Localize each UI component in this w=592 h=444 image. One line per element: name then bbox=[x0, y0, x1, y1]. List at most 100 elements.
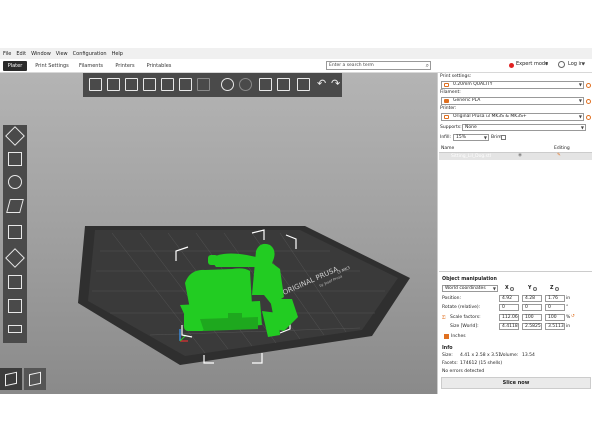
rotate-z-field[interactable]: 0 bbox=[545, 304, 565, 311]
top-toolbar: ↶ ↷ bbox=[83, 73, 342, 97]
scale-icon[interactable] bbox=[8, 152, 22, 166]
delete-all-icon[interactable] bbox=[125, 78, 138, 91]
scale-label: Scale factors: bbox=[450, 315, 481, 320]
tab-printables[interactable]: Printables bbox=[145, 61, 173, 71]
menu-edit[interactable]: Edit bbox=[16, 51, 26, 57]
scale-x-field[interactable]: 112.06 bbox=[499, 314, 519, 321]
place-on-face-icon[interactable] bbox=[6, 199, 24, 213]
undo-icon[interactable]: ↶ bbox=[317, 78, 330, 91]
scale-y-field[interactable]: 100 bbox=[522, 314, 542, 321]
slice-now-button[interactable]: Slice now bbox=[441, 377, 591, 389]
tab-plater[interactable]: Plater bbox=[3, 61, 27, 71]
printer-label: Printer: bbox=[440, 106, 457, 111]
tab-filaments[interactable]: Filaments bbox=[77, 61, 105, 71]
filament-color-icon bbox=[444, 99, 449, 103]
bottom-area bbox=[0, 394, 592, 444]
infill-value: 15% bbox=[456, 135, 467, 140]
printer-select[interactable]: Original Prusa i3 MK3S & MK3S+ ▼ bbox=[441, 113, 584, 121]
paint-supports-icon[interactable] bbox=[5, 248, 25, 268]
layers-icon bbox=[29, 371, 41, 387]
left-toolbar bbox=[3, 125, 27, 343]
position-z-field[interactable]: 1.76 bbox=[545, 295, 565, 302]
supports-label: Supports: bbox=[440, 125, 462, 130]
rotate-y-field[interactable]: 0 bbox=[522, 304, 542, 311]
supports-value: None bbox=[465, 125, 477, 130]
lock-icon[interactable]: ⚿ bbox=[442, 315, 445, 321]
tab-print-settings[interactable]: Print Settings bbox=[34, 61, 70, 71]
info-title: Info bbox=[442, 346, 453, 351]
y-axis-icon bbox=[533, 287, 537, 291]
layers-editing-icon[interactable] bbox=[297, 78, 310, 91]
menu-file[interactable]: File bbox=[3, 51, 11, 57]
size-x-field[interactable]: 4.4118 bbox=[499, 323, 519, 330]
login-button[interactable]: Log in bbox=[568, 61, 583, 67]
copy-icon[interactable] bbox=[179, 78, 192, 91]
position-y-field[interactable]: 4.28 bbox=[522, 295, 542, 302]
inches-checkbox[interactable] bbox=[444, 334, 449, 339]
menu-configuration[interactable]: Configuration bbox=[73, 51, 107, 57]
coordinate-system-value: World coordinates bbox=[445, 286, 486, 291]
menu-window[interactable]: Window bbox=[31, 51, 51, 57]
facets-value: 174612 (15 shells) bbox=[460, 361, 503, 366]
mode-selector[interactable]: Expert mode bbox=[516, 61, 548, 67]
z-axis-label: Z bbox=[550, 286, 554, 291]
volume-label: Volume: bbox=[500, 353, 519, 358]
rotate-x-field[interactable]: 0 bbox=[499, 304, 519, 311]
chevron-down-icon: ▼ bbox=[483, 135, 487, 140]
menu-help[interactable]: Help bbox=[112, 51, 123, 57]
object-list[interactable] bbox=[439, 160, 592, 272]
size-unit: in bbox=[566, 324, 571, 329]
reset-scale-icon[interactable]: ↺ bbox=[571, 314, 575, 319]
supports-select[interactable]: None ▼ bbox=[462, 124, 586, 131]
filament-value: Generic PLA bbox=[453, 98, 481, 103]
eye-icon[interactable]: ◉ bbox=[518, 153, 522, 158]
rotate-icon[interactable] bbox=[8, 175, 22, 189]
gear-icon[interactable] bbox=[586, 83, 591, 88]
text-icon[interactable] bbox=[8, 325, 22, 333]
position-label: Position: bbox=[442, 296, 462, 301]
brim-checkbox[interactable] bbox=[501, 135, 506, 140]
delete-icon[interactable] bbox=[107, 78, 120, 91]
add-instance-icon[interactable] bbox=[221, 78, 234, 91]
arrange-icon[interactable] bbox=[143, 78, 156, 91]
add-icon[interactable] bbox=[89, 78, 102, 91]
preview-button[interactable] bbox=[24, 368, 46, 390]
3d-view-button[interactable] bbox=[0, 368, 22, 390]
search-placeholder: Enter a search term bbox=[329, 63, 374, 68]
x-axis-label: X bbox=[505, 286, 509, 291]
name-column-header: Name bbox=[441, 146, 455, 151]
print-settings-select[interactable]: 0.20mm QUALITY ▼ bbox=[441, 81, 584, 89]
tab-printers[interactable]: Printers bbox=[113, 61, 137, 71]
position-x-field[interactable]: 4.92 bbox=[499, 295, 519, 302]
menu-view[interactable]: View bbox=[56, 51, 68, 57]
split-objects-icon[interactable] bbox=[259, 78, 272, 91]
scene-canvas[interactable]: ORIGINAL PRUSA i3 MK3 by Josef Prusa bbox=[0, 73, 437, 394]
volume-value: 13.54 bbox=[522, 353, 535, 358]
move-icon[interactable] bbox=[5, 126, 25, 146]
size-z-field[interactable]: 3.5113 bbox=[545, 323, 565, 330]
seam-painting-icon[interactable] bbox=[8, 275, 22, 289]
chevron-down-icon: ▼ bbox=[580, 125, 584, 130]
scale-z-field[interactable]: 100 bbox=[545, 314, 565, 321]
size-y-field[interactable]: 2.5825 bbox=[522, 323, 542, 330]
arrange-selection-icon[interactable] bbox=[161, 78, 174, 91]
measure-icon[interactable] bbox=[8, 299, 22, 313]
printer-value: Original Prusa i3 MK3S & MK3S+ bbox=[453, 114, 527, 119]
redo-icon[interactable]: ↷ bbox=[331, 78, 344, 91]
remove-instance-icon[interactable] bbox=[239, 78, 252, 91]
search-input[interactable]: Enter a search term ⌕ bbox=[326, 61, 431, 70]
split-parts-icon[interactable] bbox=[277, 78, 290, 91]
edit-icon[interactable]: ✎ bbox=[557, 153, 561, 158]
3d-viewport[interactable]: ORIGINAL PRUSA i3 MK3 by Josef Prusa ↶ ↷ bbox=[0, 73, 437, 394]
infill-select[interactable]: 15% ▼ bbox=[453, 134, 489, 141]
filament-select[interactable]: Generic PLA ▼ bbox=[441, 97, 584, 105]
gear-icon[interactable] bbox=[586, 115, 591, 120]
gear-icon[interactable] bbox=[586, 99, 591, 104]
cut-icon[interactable] bbox=[8, 225, 22, 239]
object-list-row[interactable]: Sitting_Lil_Dog.stl ◉ ✎ bbox=[439, 153, 592, 160]
paste-icon[interactable] bbox=[197, 78, 210, 91]
prusaslicer-window: File Edit Window View Configuration Help… bbox=[0, 0, 592, 444]
sidebar-panel: Print settings: 0.20mm QUALITY ▼ Filamen… bbox=[437, 73, 592, 394]
printer-icon bbox=[444, 115, 449, 119]
coordinate-system-select[interactable]: World coordinates ▼ bbox=[442, 285, 498, 292]
